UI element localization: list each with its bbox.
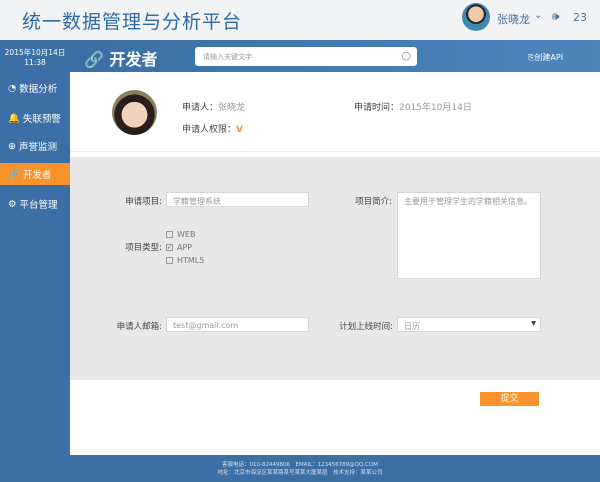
- checkbox[interactable]: [166, 257, 173, 264]
- dropdown-arrow-icon: ▼: [531, 320, 536, 327]
- sidebar-item-label: 平台管理: [19, 200, 58, 211]
- footer-address: 地址：北京市海淀区某某路某号某某大厦某层 技术支持：某某公司: [217, 470, 383, 476]
- apply-time: 申请时间：2015年10月14日: [354, 100, 472, 113]
- sidebar-item-platform[interactable]: ⚙ 平台管理: [0, 193, 70, 215]
- app-title: 统一数据管理与分析平台: [22, 11, 243, 33]
- intro-label: 项目简介:: [355, 197, 392, 207]
- checkbox-app[interactable]: ✓ APP: [166, 243, 192, 252]
- link-icon: 🔗: [8, 168, 20, 180]
- footer-contact: 客服电话：010-82449806 EMAIL：123456789@QQ.COM: [222, 462, 378, 468]
- label: 申请人权限：: [182, 125, 237, 135]
- chevron-down-icon[interactable]: ⌄: [534, 10, 542, 21]
- label: 申请时间：: [354, 103, 400, 113]
- checkbox-label: HTML5: [177, 256, 205, 265]
- search-input[interactable]: 请输入关键文字 ○: [195, 47, 417, 66]
- project-input[interactable]: 学籍管理系统: [166, 192, 309, 207]
- checkbox[interactable]: [166, 231, 173, 238]
- create-api-label: 创建API: [534, 53, 564, 62]
- checkbox-checked[interactable]: ✓: [166, 244, 173, 251]
- applicant-avatar: [112, 90, 157, 135]
- project-label: 申请项目:: [125, 197, 162, 207]
- create-api-button[interactable]: ⎘创建API: [528, 52, 563, 63]
- intro-textarea[interactable]: 主要用于管理学生的学籍相关信息。: [397, 192, 541, 279]
- sidebar-datetime: 2015年10月14日 11:38: [0, 48, 70, 68]
- launch-label: 计划上线时间:: [339, 322, 393, 332]
- checkbox-label: APP: [177, 243, 193, 252]
- page-title: 🔗 开发者: [84, 46, 158, 70]
- submit-button[interactable]: 提交: [480, 392, 539, 406]
- select-value: 日历: [404, 322, 420, 331]
- verified-icon: V: [236, 125, 243, 135]
- sidebar-item-label: 开发者: [22, 170, 52, 181]
- search-placeholder: 请输入关键文字: [203, 53, 252, 61]
- checkbox-html5[interactable]: HTML5: [166, 256, 204, 265]
- sidebar-item-developer[interactable]: 🔗 开发者: [0, 163, 70, 185]
- email-input[interactable]: test@gmail.com: [166, 317, 309, 332]
- user-name[interactable]: 张晓龙: [497, 11, 530, 27]
- date-text: 2015年10月14日: [4, 48, 66, 57]
- applicant-name: 申请人：张晓龙: [182, 100, 245, 113]
- bell-icon: 🔔: [8, 112, 20, 124]
- sidebar-item-alert[interactable]: 🔔 失联预警: [0, 107, 70, 129]
- notification-count[interactable]: 23: [573, 11, 587, 24]
- user-avatar[interactable]: [462, 3, 490, 31]
- time-text: 11:38: [24, 58, 46, 67]
- sidebar: [0, 40, 70, 455]
- gears-icon: ⚙: [8, 198, 17, 210]
- link-icon: 🔗: [84, 50, 110, 69]
- value: 2015年10月14日: [399, 103, 472, 113]
- label: 申请人：: [182, 103, 219, 113]
- search-icon[interactable]: ○: [401, 49, 411, 62]
- sidebar-item-data-analysis[interactable]: ◔ 数据分析: [0, 77, 70, 99]
- value: 张晓龙: [218, 103, 246, 113]
- sidebar-item-reputation[interactable]: ⊕ 声誉监测: [0, 135, 70, 157]
- checkbox-label: WEB: [177, 230, 196, 239]
- applicant-permission: 申请人权限：V: [182, 122, 243, 135]
- checkbox-web[interactable]: WEB: [166, 230, 195, 239]
- launch-date-select[interactable]: 日历 ▼: [397, 317, 541, 332]
- sidebar-item-label: 失联预警: [22, 114, 61, 125]
- pie-chart-icon: ◔: [8, 82, 17, 94]
- sidebar-item-label: 数据分析: [19, 84, 58, 95]
- footer: 客服电话：010-82449806 EMAIL：123456789@QQ.COM…: [0, 455, 600, 482]
- email-label: 申请人邮箱:: [116, 322, 162, 332]
- type-label: 项目类型:: [125, 243, 162, 253]
- sidebar-item-label: 声誉监测: [18, 142, 57, 153]
- globe-icon: ⊕: [8, 140, 16, 152]
- speaker-icon[interactable]: 🕪: [552, 9, 560, 24]
- page-title-text: 开发者: [109, 50, 158, 69]
